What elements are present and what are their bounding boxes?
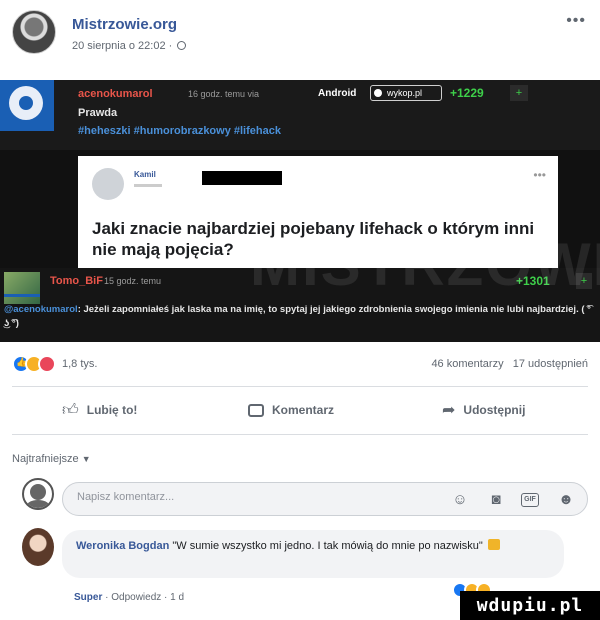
wykop-comment-meta: 16 godz. temu via bbox=[188, 89, 260, 99]
engagement-counts: 46 komentarzy 17 udostępnień bbox=[431, 358, 588, 370]
more-options-icon[interactable]: ••• bbox=[566, 12, 586, 30]
share-button[interactable]: ➦ Udostępnij bbox=[442, 396, 525, 424]
share-arrow-icon: ➦ bbox=[442, 402, 456, 419]
like-button[interactable]: 👍︎ Lubię to! bbox=[62, 396, 137, 424]
like-label: Lubię to! bbox=[86, 403, 138, 417]
globe-icon bbox=[177, 41, 187, 50]
post-header: Mistrzowie.org 20 sierpnia o 22:02 · ••• bbox=[0, 0, 600, 62]
comments-count[interactable]: 46 komentarzy bbox=[431, 358, 503, 370]
caret-down-icon: ▼ bbox=[81, 454, 91, 464]
post-stats: 1,8 tys. 46 komentarzy 17 udostępnień bbox=[12, 352, 588, 376]
quoted-avatar bbox=[92, 168, 124, 200]
divider bbox=[12, 386, 588, 387]
comment-reply-link[interactable]: Odpowiedz bbox=[111, 592, 161, 603]
wykop-plus-button: + bbox=[510, 85, 528, 101]
divider bbox=[12, 434, 588, 435]
quoted-more-icon: ••• bbox=[533, 168, 546, 182]
gif-icon[interactable]: GIF bbox=[521, 493, 539, 507]
comment-bubble-icon bbox=[248, 403, 264, 417]
thumbs-up-icon: 👍︎ bbox=[62, 401, 79, 419]
quoted-author: Kamil bbox=[134, 170, 156, 179]
site-watermark: wdupiu.pl bbox=[460, 591, 600, 620]
reactions-count[interactable]: 1,8 tys. bbox=[62, 358, 97, 370]
wykop-score: +1229 bbox=[450, 86, 484, 100]
commenter-name[interactable]: Weronika Bogdan bbox=[76, 540, 169, 552]
wykop-comment-text-2: @acenokumarol: Jeżeli zapomniałeś jak la… bbox=[4, 303, 594, 331]
commenter-avatar[interactable] bbox=[22, 528, 54, 566]
sort-label: Najtrafniejsze bbox=[12, 453, 79, 465]
wykop-reply-body: : Jeżeli zapomniałeś jak laska ma na imi… bbox=[4, 304, 591, 329]
wykop-comment-1: acenokumarol 16 godz. temu via Android w… bbox=[0, 80, 600, 150]
post-timestamp[interactable]: 20 sierpnia o 22:02 · bbox=[72, 40, 187, 52]
image-watermark: MISTRZOWIE bbox=[250, 231, 600, 298]
wykop-comment-meta-2: 15 godz. temu bbox=[104, 276, 162, 286]
comment-super-link[interactable]: Super bbox=[74, 592, 102, 603]
wykop-avatar-underline bbox=[4, 294, 40, 297]
wykop-avatar-2 bbox=[4, 272, 40, 304]
page-name-link[interactable]: Mistrzowie.org bbox=[72, 16, 177, 33]
quoted-meta-line bbox=[134, 184, 162, 187]
wykop-badge: wykop.pl bbox=[370, 85, 442, 101]
wykop-mention: @acenokumarol bbox=[4, 304, 78, 315]
post-date[interactable]: 20 sierpnia o 22:02 · bbox=[72, 40, 172, 52]
comment-body: Weronika Bogdan "W sumie wszystko mi jed… bbox=[76, 539, 546, 554]
redaction-bar bbox=[202, 171, 282, 185]
love-reaction-icon[interactable] bbox=[38, 355, 56, 373]
emoji-icon[interactable]: ☺ bbox=[451, 491, 469, 509]
wykop-tags: #heheszki #humorobrazkowy #lifehack bbox=[78, 125, 281, 137]
page-avatar[interactable] bbox=[12, 10, 56, 54]
current-user-avatar[interactable] bbox=[22, 478, 54, 510]
wykop-app-label: Android bbox=[318, 88, 357, 99]
wykop-comment-text: Prawda bbox=[78, 107, 118, 119]
comment-label: Komentarz bbox=[272, 403, 335, 417]
comment-button[interactable]: Komentarz bbox=[248, 396, 334, 424]
emoji-icon bbox=[487, 539, 500, 550]
sticker-icon[interactable]: ☻ bbox=[557, 491, 575, 509]
wykop-username: acenokumarol bbox=[78, 88, 153, 100]
comment-actions: Super · Odpowiedz · 1 d bbox=[74, 592, 185, 603]
shares-count[interactable]: 17 udostępnień bbox=[513, 358, 588, 370]
post-image[interactable]: acenokumarol 16 godz. temu via Android w… bbox=[0, 80, 600, 342]
camera-icon[interactable]: ◙ bbox=[487, 491, 505, 509]
share-label: Udostępnij bbox=[463, 403, 526, 417]
comment-composer[interactable]: ☺ ◙ GIF ☻ bbox=[62, 482, 588, 516]
comment-text: "W sumie wszystko mi jedno. I tak mówią … bbox=[172, 540, 483, 552]
comment-bubble: Weronika Bogdan "W sumie wszystko mi jed… bbox=[62, 530, 564, 578]
comment-input[interactable] bbox=[77, 491, 417, 503]
wykop-username-2: Tomo_BiF bbox=[50, 275, 103, 287]
comment-sort-dropdown[interactable]: Najtrafniejsze ▼ bbox=[12, 453, 91, 465]
wykop-tab-underline bbox=[0, 126, 54, 131]
wykop-avatar-icon bbox=[9, 86, 43, 120]
post-actions: 👍︎ Lubię to! Komentarz ➦ Udostępnij bbox=[12, 396, 588, 424]
comment-time[interactable]: 1 d bbox=[170, 592, 184, 603]
